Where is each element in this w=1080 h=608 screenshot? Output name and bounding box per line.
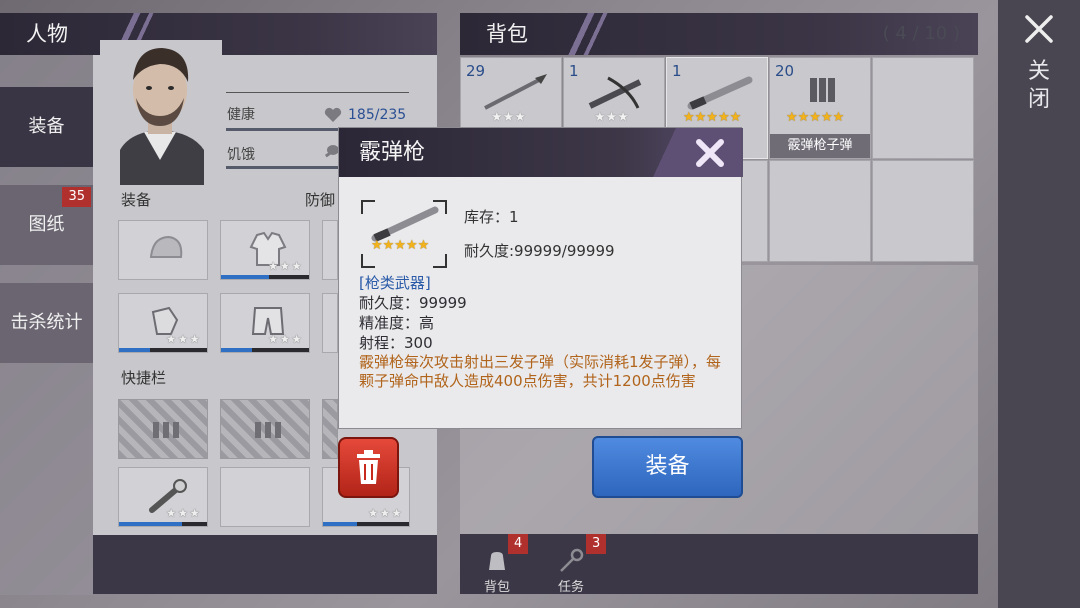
- legs-stars: ★★★: [267, 332, 303, 346]
- tab-blueprints[interactable]: 图纸 35: [0, 185, 93, 265]
- quickbar-slot-1[interactable]: [118, 399, 208, 459]
- popup-attr-durability: 耐久度：99999: [359, 294, 467, 312]
- equip-slot-body[interactable]: ★★★: [220, 220, 310, 280]
- tab-equipment[interactable]: 装备: [0, 87, 93, 167]
- health-value: 185/235: [348, 107, 407, 123]
- tab-kill-stats[interactable]: 击杀统计: [0, 283, 93, 363]
- crossbow-icon: [588, 76, 642, 109]
- body-durability: [221, 275, 309, 279]
- tab-equipment-label: 装备: [28, 116, 65, 137]
- heart-icon: [324, 107, 342, 123]
- bottom-tab-tasks-label: 任务: [557, 580, 584, 595]
- item-stars: ★★★★★: [786, 110, 845, 125]
- tasks-tab-badge: 3: [586, 534, 607, 554]
- side-tabs: 装备 图纸 35 击杀统计: [0, 55, 93, 595]
- popup-close-button[interactable]: [645, 128, 741, 177]
- quickbar-label: 快捷栏: [121, 369, 167, 387]
- close-icon[interactable]: [1022, 12, 1056, 46]
- tab-kill-stats-label: 击杀统计: [10, 312, 83, 333]
- character-footer: [93, 535, 437, 594]
- equipment-section-label: 装备: [121, 191, 152, 209]
- wrench-stars: ★★★: [165, 506, 201, 520]
- wrench-durability: [119, 522, 207, 526]
- quickbar-slot-4[interactable]: ★★★: [118, 467, 208, 527]
- item-qty: 1: [672, 62, 682, 80]
- character-portrait: [100, 40, 222, 185]
- trash-icon: [357, 450, 380, 484]
- tab-blueprints-label: 图纸: [28, 214, 65, 235]
- equip-slot-legs[interactable]: ★★★: [220, 293, 310, 353]
- body-stars: ★★★: [267, 259, 303, 273]
- helmet-icon: [149, 235, 183, 258]
- popup-description: 霰弹枪每次攻击射出三发子弹（实际消耗1发子弹），每颗子弹命中敌人造成400点伤害…: [359, 353, 722, 390]
- bottom-tab-backpack[interactable]: 背包 4: [460, 534, 534, 595]
- hunger-bar: [226, 166, 338, 169]
- popup-item-stars: ★★★★★: [371, 238, 430, 253]
- backpack-footer: 背包 4 任务 3: [460, 534, 978, 595]
- backpack-icon: [489, 552, 505, 570]
- backpack-count: ( 4 / 10 ): [882, 23, 960, 44]
- equip-slot-extra[interactable]: [322, 220, 338, 280]
- equip-slot-extra-2[interactable]: [322, 293, 338, 353]
- backpack-title: 背包: [486, 22, 528, 46]
- item-stars: ★★★: [491, 110, 526, 125]
- bottom-tab-backpack-label: 背包: [483, 580, 510, 595]
- shells-icon: [810, 78, 835, 102]
- equip-slot-head[interactable]: [118, 220, 208, 280]
- quickbar-slot-3[interactable]: [322, 399, 338, 459]
- health-label: 健康: [227, 107, 255, 123]
- stats-divider: [226, 92, 409, 93]
- popup-title: 霰弹枪: [359, 140, 426, 165]
- hands-durability: [119, 348, 207, 352]
- key-icon: [560, 548, 584, 572]
- popup-attr-accuracy: 精准度：高: [359, 314, 435, 332]
- equip-slot-hands[interactable]: ★★★: [118, 293, 208, 353]
- close-icon: [696, 139, 724, 167]
- discard-button[interactable]: [338, 437, 399, 498]
- frame-corner: [433, 254, 447, 268]
- bottom-tab-tasks[interactable]: 任务 3: [534, 534, 608, 595]
- item-stars: ★★★: [594, 110, 629, 125]
- locked-slot-icon: [153, 422, 179, 438]
- slot6-stars: ★★★: [367, 506, 403, 520]
- blueprints-badge: 35: [62, 187, 91, 207]
- shotgun-icon: [687, 76, 753, 110]
- item-stars: ★★★★★: [683, 110, 742, 125]
- backpack-cell-4[interactable]: 20 ★★★★★ 霰弹枪子弹: [769, 57, 871, 159]
- spear-icon: [484, 74, 547, 110]
- locked-slot-icon: [255, 422, 281, 438]
- popup-durability-summary: 耐久度:99999/99999: [464, 242, 615, 260]
- item-qty: 1: [569, 62, 579, 80]
- popup-stock: 库存：1: [464, 208, 519, 226]
- hunger-label: 饥饿: [227, 147, 255, 163]
- frame-corner: [361, 254, 375, 268]
- backpack-cell-9[interactable]: [769, 160, 871, 262]
- backpack-cell-10[interactable]: [872, 160, 974, 262]
- hands-stars: ★★★: [165, 332, 201, 346]
- backpack-header: 背包 ( 4 / 10 ): [460, 13, 978, 55]
- character-title: 人物: [26, 22, 68, 46]
- equip-button[interactable]: 装备: [592, 436, 743, 498]
- popup-category: [枪类武器]: [359, 274, 431, 292]
- quickbar-slot-5[interactable]: [220, 467, 310, 527]
- defense-label: 防御: [305, 191, 336, 209]
- popup-attr-range: 射程：300: [359, 334, 433, 352]
- popup-attributes: [枪类武器] 耐久度：99999 精准度：高 射程：300 霰弹枪每次攻击射出三…: [359, 273, 729, 391]
- close-label[interactable]: 关闭: [1026, 58, 1052, 114]
- header-decoration: [544, 13, 634, 55]
- item-name: 霰弹枪子弹: [770, 134, 870, 158]
- legs-durability: [221, 348, 309, 352]
- backpack-tab-badge: 4: [508, 534, 529, 554]
- slot6-durability: [323, 522, 409, 526]
- quickbar-slot-2[interactable]: [220, 399, 310, 459]
- backpack-cell-5[interactable]: [872, 57, 974, 159]
- item-detail-popup: 霰弹枪 ★★★★★ 库存：1 耐久度:99999/99999 [枪类武器] 耐久…: [338, 127, 743, 429]
